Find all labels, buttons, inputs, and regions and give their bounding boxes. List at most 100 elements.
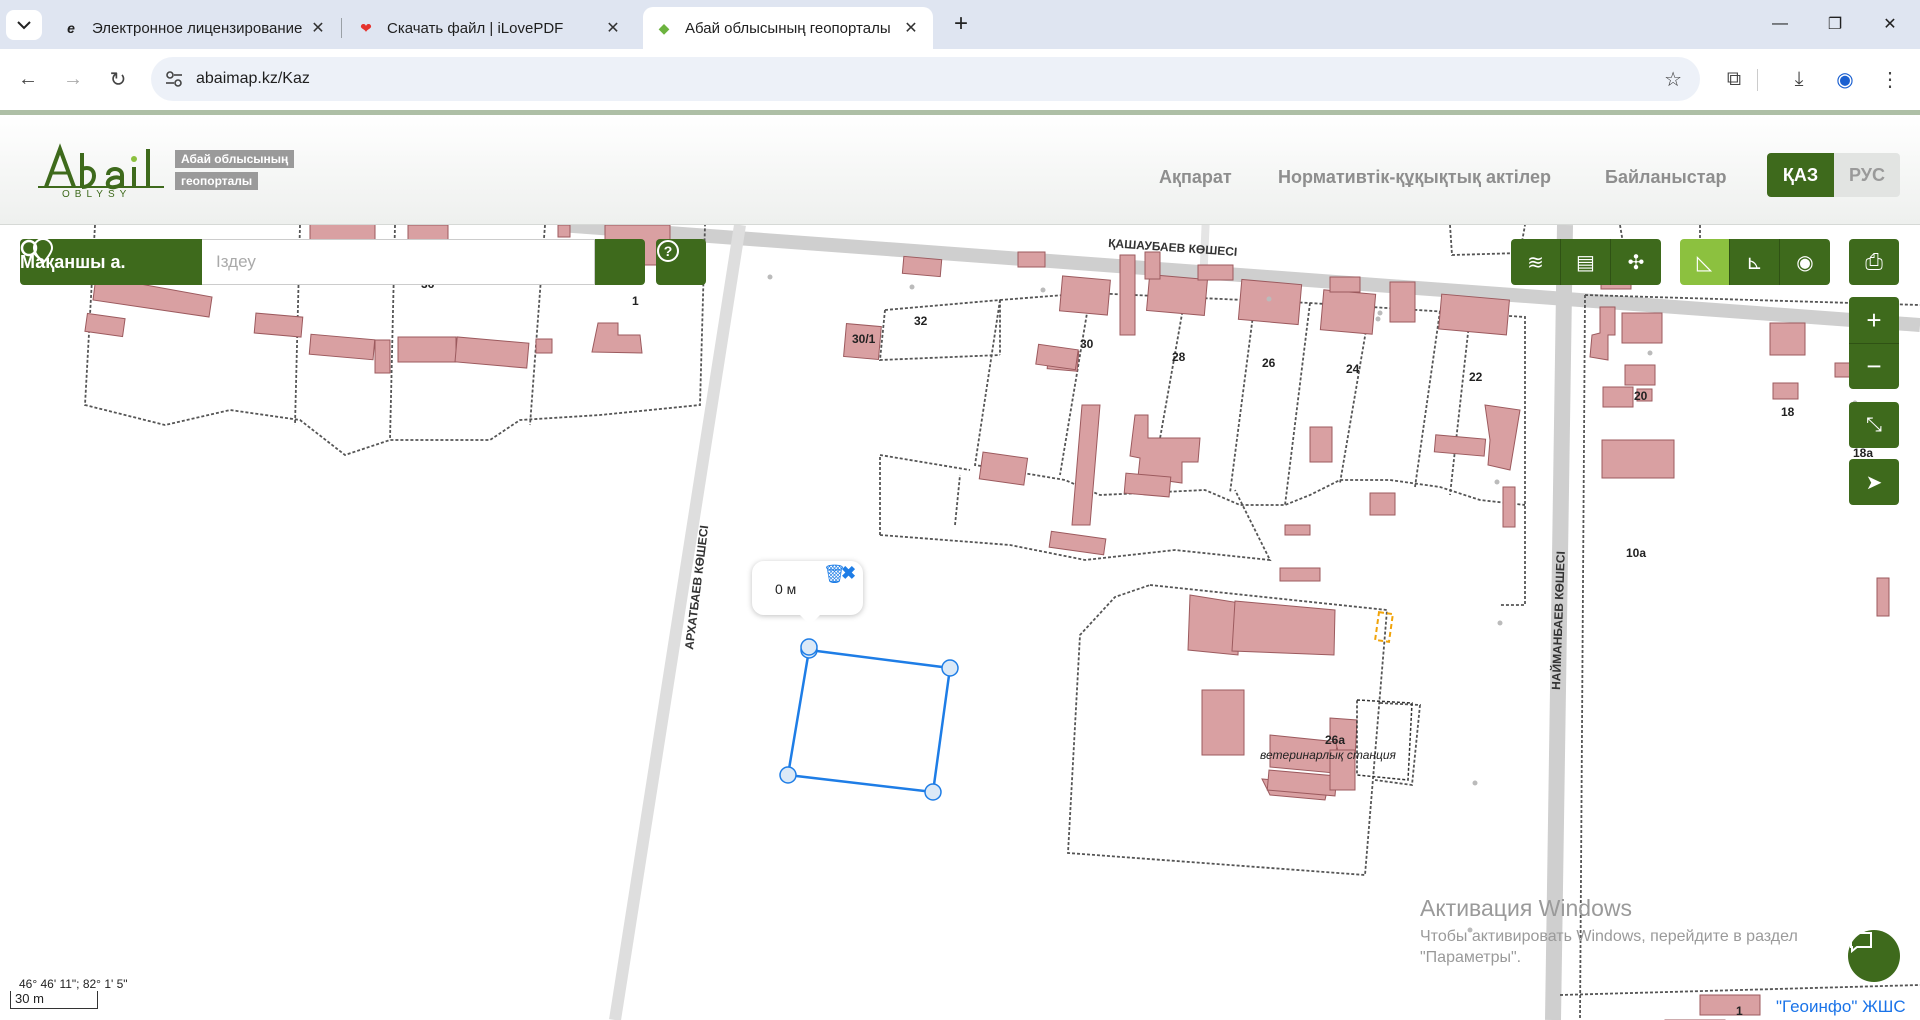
measure-value: 0 м (775, 581, 797, 597)
chat-bubble-icon (1850, 932, 1872, 954)
extensions-icon[interactable]: ⧉ (1718, 63, 1750, 95)
svg-text:22: 22 (1469, 370, 1483, 384)
fullscreen-button[interactable]: ⤡ (1849, 402, 1899, 448)
label-vet-station: ветеринарлық станция (1260, 748, 1397, 762)
radius-icon: ◉ (1796, 251, 1814, 274)
restore-button[interactable]: ❐ (1815, 10, 1855, 38)
svg-text:20: 20 (1634, 389, 1648, 403)
forward-button[interactable]: → (57, 63, 89, 95)
back-button[interactable]: ← (12, 63, 44, 95)
locate-button[interactable]: ➤ (1849, 459, 1899, 505)
search-input[interactable] (202, 239, 595, 285)
svg-text:28: 28 (1172, 350, 1186, 364)
satellite-button[interactable]: ✣ (1611, 239, 1661, 285)
svg-text:32: 32 (914, 314, 928, 328)
svg-text:24: 24 (1346, 362, 1360, 376)
ruler-triangle-icon: ◺ (1696, 251, 1713, 274)
svg-text:30/1: 30/1 (852, 332, 876, 346)
lang-kaz-button[interactable]: ҚАЗ (1767, 153, 1834, 197)
svg-text:30: 30 (1080, 337, 1094, 351)
zoom-in-button[interactable]: + (1849, 297, 1899, 343)
watermark-line2: "Параметры". (1420, 949, 1522, 966)
navigation-arrow-icon: ➤ (1865, 471, 1883, 494)
measure-polygon (779, 638, 959, 801)
search-button[interactable] (20, 239, 645, 285)
tab-elicense[interactable]: e Электронное лицензирование ✕ (50, 7, 340, 49)
legend-button[interactable]: ▤ (1561, 239, 1611, 285)
chat-button[interactable] (1848, 930, 1900, 982)
search-icon (20, 239, 41, 260)
close-tab-icon[interactable]: ✕ (308, 18, 328, 38)
site-settings-icon[interactable] (165, 70, 183, 88)
abai-diamond-icon: ◆ (658, 19, 670, 36)
lang-rus-button[interactable]: РУС (1834, 153, 1900, 197)
collapse-arrows-icon: ⤡ (1866, 413, 1882, 436)
e-icon: e (67, 20, 75, 36)
measure-popup: 0 м 🗑 ✖ (752, 561, 863, 625)
district-selector[interactable]: Мақаншы а. (20, 239, 202, 285)
map-attribution[interactable]: "Геоинфо" ЖШС (1776, 997, 1906, 1017)
help-button[interactable]: ? (656, 239, 706, 285)
new-tab-button[interactable]: + (941, 10, 981, 38)
measure-radius-button[interactable]: ◉ (1780, 239, 1830, 285)
close-tab-icon[interactable]: ✕ (901, 18, 921, 38)
vertex-handle (924, 783, 942, 801)
vertex-handle (941, 659, 959, 677)
svg-text:26: 26 (1262, 356, 1276, 370)
satellite-icon: ✣ (1627, 251, 1645, 274)
print-button[interactable]: ⎙ (1849, 239, 1899, 285)
layers-tool-group: ≋ ▤ ✣ (1511, 239, 1661, 285)
layers-button[interactable]: ≋ (1511, 239, 1561, 285)
scale-bar: 30 m (10, 991, 98, 1009)
measure-distance-button[interactable]: ⊾ (1730, 239, 1780, 285)
browser-tab-bar: e Электронное лицензирование ✕ ❤ Скачать… (0, 0, 1920, 49)
downloads-icon[interactable]: ⤓ (1783, 63, 1815, 95)
vertex-handle (779, 766, 797, 784)
svg-text:1: 1 (1736, 1004, 1743, 1018)
close-icon[interactable]: ✖ (841, 563, 856, 584)
book-icon: ▤ (1576, 251, 1595, 274)
tab-search-button[interactable] (6, 10, 42, 40)
help-icon: ? (657, 240, 679, 262)
tab-abaimap[interactable]: ◆ Абай облысының геопорталы ✕ (643, 7, 933, 49)
browser-toolbar: ← → ↻ abaimap.kz/Kaz ☆ ⧉ ⤓ ◉ ⋮ (0, 49, 1920, 110)
svg-text:18: 18 (1781, 405, 1795, 419)
tab-ilovepdf[interactable]: ❤ Скачать файл | iLovePDF ✕ (345, 7, 635, 49)
vertex-handle (800, 638, 818, 656)
url-text: abaimap.kz/Kaz (196, 70, 310, 87)
printer-icon: ⎙ (1865, 249, 1883, 274)
zoom-out-button[interactable]: − (1849, 343, 1899, 389)
watermark-line1: Чтобы активировать Windows, перейдите в … (1420, 928, 1798, 945)
site-header: OBLYSY Абай облысының геопорталы Ақпарат… (0, 110, 1920, 225)
svg-text:26а: 26а (1325, 733, 1345, 747)
svg-text:1: 1 (632, 294, 639, 308)
search-bar: Мақаншы а. (20, 239, 645, 285)
address-bar[interactable]: abaimap.kz/Kaz ☆ (151, 57, 1700, 101)
bookmark-star-icon[interactable]: ☆ (1664, 67, 1682, 92)
reload-button[interactable]: ↻ (102, 63, 134, 95)
nav-info[interactable]: Ақпарат (1159, 167, 1232, 188)
watermark-title: Активация Windows (1420, 895, 1632, 921)
measure-area-button[interactable]: ◺ (1680, 239, 1730, 285)
measure-tool-group: ◺ ⊾ ◉ (1680, 239, 1830, 285)
close-window-button[interactable]: ✕ (1870, 10, 1910, 38)
svg-text:10а: 10а (1626, 546, 1646, 560)
logo-badge-1: Абай облысының (175, 150, 295, 168)
nav-legal-acts[interactable]: Нормативтік-құқықтық актілер (1278, 167, 1551, 188)
svg-text:18а: 18а (1853, 446, 1873, 460)
layers-icon: ≋ (1527, 251, 1544, 274)
menu-icon[interactable]: ⋮ (1874, 63, 1906, 95)
ruler-icon: ⊾ (1746, 251, 1763, 274)
plus-icon: + (1866, 304, 1882, 335)
minus-icon: − (1866, 351, 1882, 381)
logo-sub: OBLYSY (62, 189, 132, 200)
chevron-down-icon (17, 21, 31, 30)
profile-icon[interactable]: ◉ (1829, 63, 1861, 95)
minimize-button[interactable]: — (1760, 10, 1800, 38)
nav-contacts[interactable]: Байланыстар (1605, 167, 1727, 188)
abai-logo[interactable]: OBLYSY (36, 143, 166, 203)
map-canvas[interactable]: ҚАШАУБАЕВ КӨШЕСІ АРХАТБАЕВ КӨШЕСІ НАЙМАН… (0, 225, 1920, 1020)
close-tab-icon[interactable]: ✕ (603, 18, 623, 38)
logo-badge-2: геопорталы (175, 172, 259, 190)
windows-activation-watermark: Активация Windows Чтобы активировать Win… (1420, 895, 1798, 967)
